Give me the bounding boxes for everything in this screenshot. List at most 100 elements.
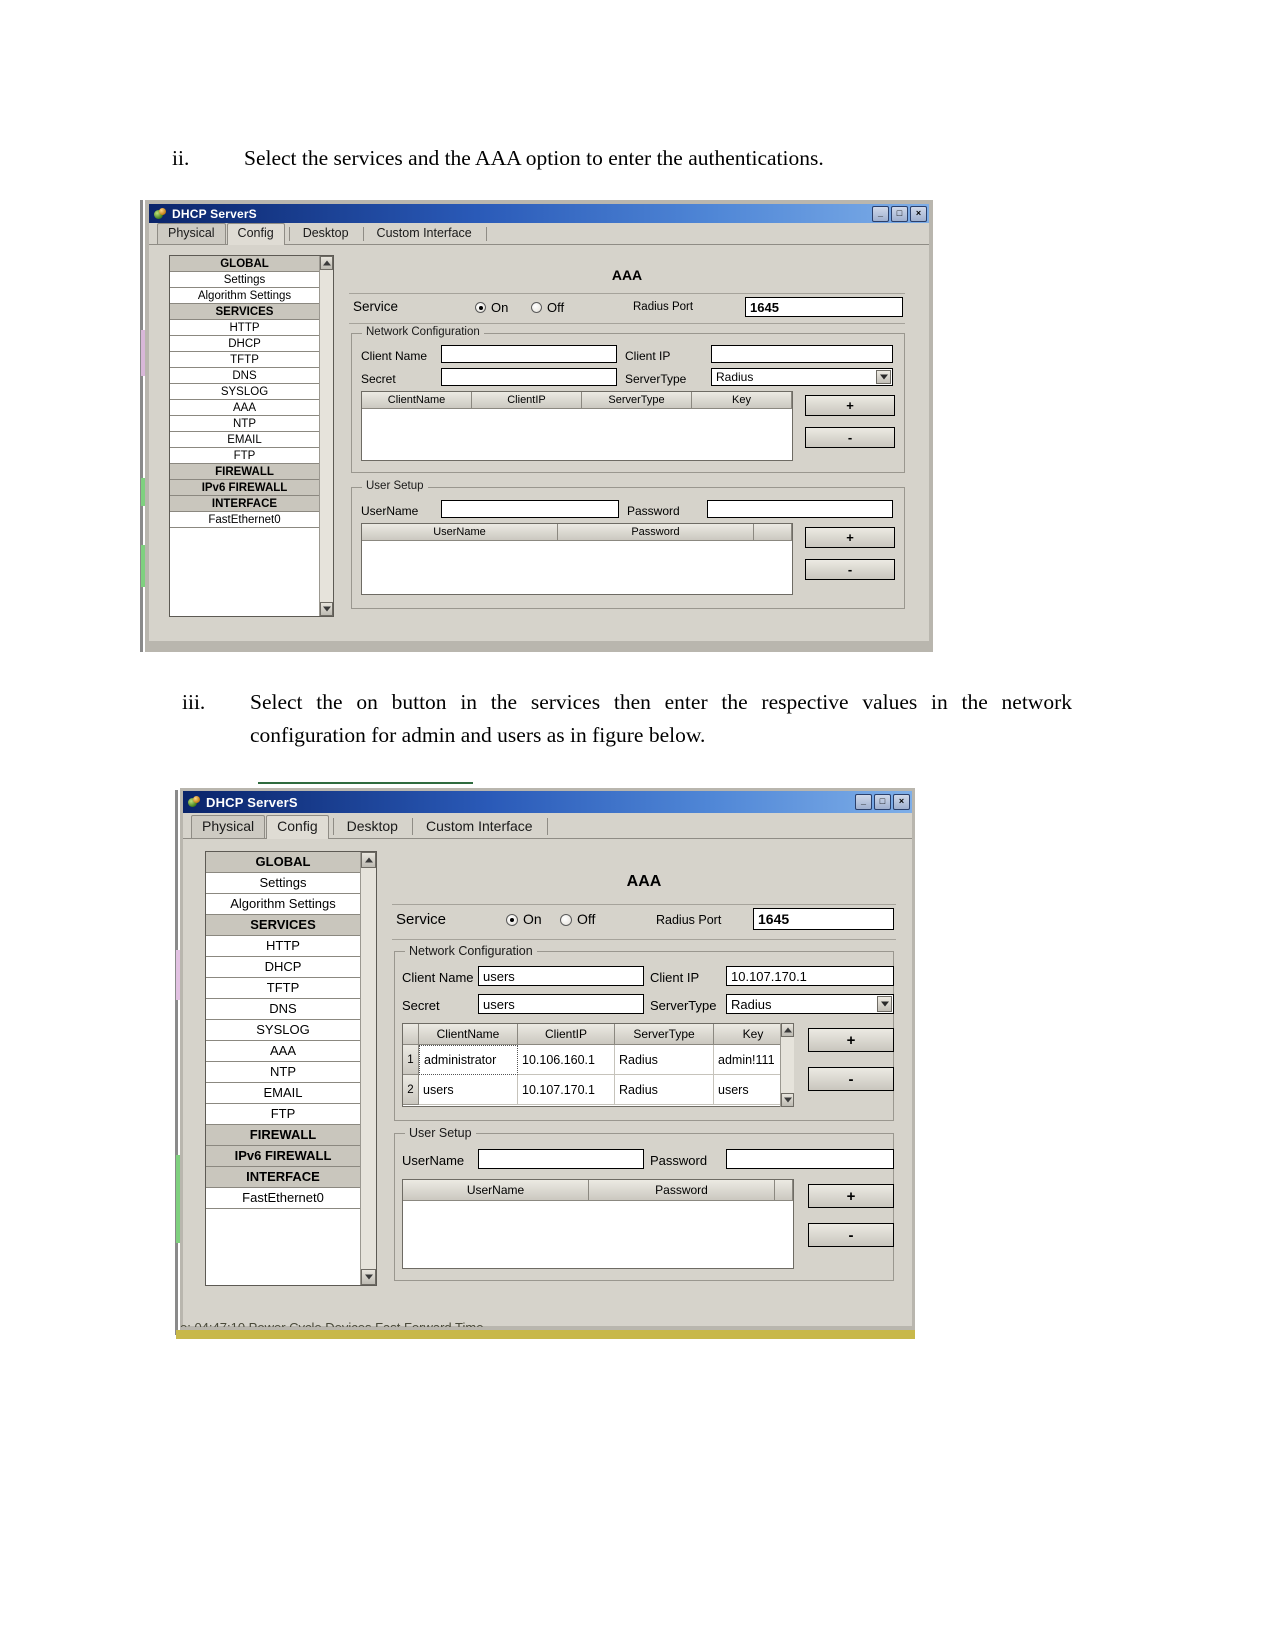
window-one-titlebar[interactable]: DHCP ServerS _ □ × <box>149 204 929 223</box>
sidebar-item-dns[interactable]: DNS <box>170 368 319 384</box>
user-setup-table[interactable]: UserName Password <box>361 523 793 595</box>
sidebar-item-email[interactable]: EMAIL <box>170 432 319 448</box>
minimize-button[interactable]: _ <box>872 205 889 222</box>
window-one-controls[interactable]: _ □ × <box>872 205 927 222</box>
sidebar-item-ntp[interactable]: NTP <box>170 416 319 432</box>
user-setup-remove-button[interactable]: - <box>805 559 895 580</box>
cell-servertype[interactable]: Radius <box>615 1075 714 1105</box>
service-off-radio[interactable] <box>531 302 542 313</box>
tab-desktop[interactable]: Desktop <box>293 224 359 244</box>
column-key[interactable]: Key <box>692 392 792 409</box>
window-one-tabstrip[interactable]: Physical Config Desktop Custom Interface <box>149 223 929 245</box>
sidebar-item-email[interactable]: EMAIL <box>206 1083 360 1104</box>
chevron-down-icon[interactable] <box>877 996 892 1012</box>
sidebar-item-settings[interactable]: Settings <box>206 873 360 894</box>
sidebar-item-ftp[interactable]: FTP <box>206 1104 360 1125</box>
maximize-button[interactable]: □ <box>874 794 891 810</box>
column-clientname[interactable]: ClientName <box>419 1024 518 1045</box>
tab-desktop[interactable]: Desktop <box>337 816 408 838</box>
network-table-scrollbar[interactable] <box>780 1023 794 1107</box>
column-username[interactable]: UserName <box>403 1180 589 1201</box>
column-servertype[interactable]: ServerType <box>615 1024 714 1045</box>
service-on-label[interactable]: On <box>523 911 542 927</box>
tab-config[interactable]: Config <box>226 223 285 245</box>
client-name-input[interactable] <box>441 345 617 363</box>
user-setup-username-input[interactable] <box>478 1149 644 1169</box>
sidebar-item-firewall[interactable]: FIREWALL <box>206 1125 360 1146</box>
scroll-down-button[interactable] <box>320 602 333 616</box>
scroll-up-button[interactable] <box>781 1023 794 1037</box>
client-name-input[interactable]: users <box>478 966 644 986</box>
cell-clientip[interactable]: 10.106.160.1 <box>518 1045 615 1075</box>
service-on-radio[interactable] <box>506 914 518 926</box>
server-type-select[interactable]: Radius <box>711 368 893 386</box>
sidebar-item-ipv6-firewall[interactable]: IPv6 FIREWALL <box>170 480 319 496</box>
sidebar-item-list[interactable]: GLOBAL Settings Algorithm Settings SERVI… <box>170 256 319 616</box>
cell-clientip[interactable]: 10.107.170.1 <box>518 1075 615 1105</box>
chevron-down-icon[interactable] <box>876 370 891 384</box>
table-empty-body[interactable] <box>362 541 792 594</box>
tab-physical[interactable]: Physical <box>191 815 266 838</box>
column-username[interactable]: UserName <box>362 524 558 541</box>
client-ip-input[interactable]: 10.107.170.1 <box>726 966 894 986</box>
window-one-sidebar[interactable]: GLOBAL Settings Algorithm Settings SERVI… <box>169 255 334 617</box>
tab-custom-interface[interactable]: Custom Interface <box>367 224 482 244</box>
maximize-button[interactable]: □ <box>891 205 908 222</box>
sidebar-item-services[interactable]: SERVICES <box>170 304 319 320</box>
sidebar-item-settings[interactable]: Settings <box>170 272 319 288</box>
tab-custom-interface[interactable]: Custom Interface <box>416 816 543 838</box>
sidebar-item-tftp[interactable]: TFTP <box>170 352 319 368</box>
sidebar-item-ntp[interactable]: NTP <box>206 1062 360 1083</box>
scrollbar-track[interactable] <box>781 1037 794 1093</box>
sidebar-item-ipv6-firewall[interactable]: IPv6 FIREWALL <box>206 1146 360 1167</box>
service-off-radio[interactable] <box>560 914 572 926</box>
sidebar-item-http[interactable]: HTTP <box>206 936 360 957</box>
service-off-label[interactable]: Off <box>547 300 564 315</box>
user-setup-password-input[interactable] <box>726 1149 894 1169</box>
network-config-remove-button[interactable]: - <box>808 1067 894 1091</box>
sidebar-item-global[interactable]: GLOBAL <box>206 852 360 873</box>
column-servertype[interactable]: ServerType <box>582 392 692 409</box>
table-empty-body[interactable] <box>362 409 792 460</box>
sidebar-item-services[interactable]: SERVICES <box>206 915 360 936</box>
user-setup-table[interactable]: UserName Password <box>402 1179 794 1269</box>
network-configuration-table[interactable]: ClientName ClientIP ServerType Key <box>361 391 793 461</box>
network-config-remove-button[interactable]: - <box>805 427 895 448</box>
user-setup-remove-button[interactable]: - <box>808 1223 894 1247</box>
network-configuration-table[interactable]: ClientName ClientIP ServerType Key 1 adm… <box>402 1023 794 1107</box>
dhcp-server-window-two[interactable]: DHCP ServerS _ □ × Physical Config Deskt… <box>180 788 915 1338</box>
tab-physical[interactable]: Physical <box>157 223 226 244</box>
server-type-select[interactable]: Radius <box>726 994 894 1014</box>
window-two-titlebar[interactable]: DHCP ServerS _ □ × <box>183 791 912 813</box>
user-setup-add-button[interactable]: + <box>808 1184 894 1208</box>
sidebar-item-algorithm-settings[interactable]: Algorithm Settings <box>170 288 319 304</box>
sidebar-item-fastethernet0[interactable]: FastEthernet0 <box>170 512 319 528</box>
cell-clientname[interactable]: administrator <box>419 1045 518 1075</box>
minimize-button[interactable]: _ <box>855 794 872 810</box>
scroll-up-button[interactable] <box>320 256 333 270</box>
tab-config[interactable]: Config <box>266 815 329 839</box>
sidebar-item-http[interactable]: HTTP <box>170 320 319 336</box>
window-two-sidebar[interactable]: GLOBAL Settings Algorithm Settings SERVI… <box>205 851 377 1286</box>
window-two-controls[interactable]: _ □ × <box>855 794 910 810</box>
scroll-up-button[interactable] <box>361 852 376 868</box>
column-clientip[interactable]: ClientIP <box>518 1024 615 1045</box>
column-password[interactable]: Password <box>589 1180 775 1201</box>
user-setup-username-input[interactable] <box>441 500 619 518</box>
close-button[interactable]: × <box>893 794 910 810</box>
service-off-label[interactable]: Off <box>577 911 595 927</box>
sidebar-item-aaa[interactable]: AAA <box>206 1041 360 1062</box>
sidebar-item-syslog[interactable]: SYSLOG <box>206 1020 360 1041</box>
cell-clientname[interactable]: users <box>419 1075 518 1105</box>
sidebar-item-global[interactable]: GLOBAL <box>170 256 319 272</box>
column-password[interactable]: Password <box>558 524 754 541</box>
secret-input[interactable]: users <box>478 994 644 1014</box>
table-empty-body[interactable] <box>403 1201 793 1268</box>
sidebar-item-algorithm-settings[interactable]: Algorithm Settings <box>206 894 360 915</box>
service-on-radio[interactable] <box>475 302 486 313</box>
dhcp-server-window-one[interactable]: DHCP ServerS _ □ × Physical Config Deskt… <box>145 200 933 652</box>
sidebar-item-tftp[interactable]: TFTP <box>206 978 360 999</box>
scrollbar-track[interactable] <box>320 270 333 602</box>
sidebar-scrollbar[interactable] <box>319 256 333 616</box>
radius-port-input[interactable]: 1645 <box>753 908 894 930</box>
